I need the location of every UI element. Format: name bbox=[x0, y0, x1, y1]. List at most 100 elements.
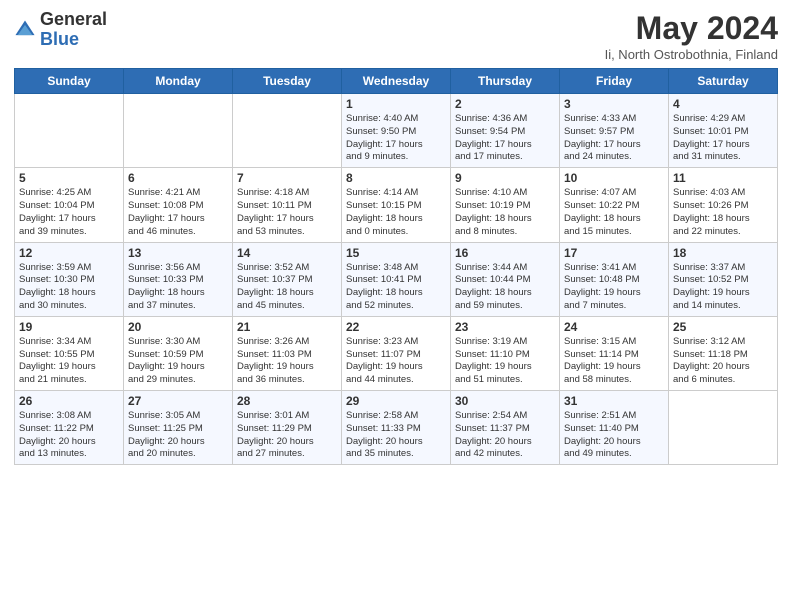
weekday-header-row: SundayMondayTuesdayWednesdayThursdayFrid… bbox=[15, 69, 778, 94]
day-number: 17 bbox=[564, 246, 664, 260]
day-number: 25 bbox=[673, 320, 773, 334]
calendar-cell: 30Sunrise: 2:54 AM Sunset: 11:37 PM Dayl… bbox=[451, 391, 560, 465]
day-info: Sunrise: 3:48 AM Sunset: 10:41 PM Daylig… bbox=[346, 262, 446, 313]
day-info: Sunrise: 3:12 AM Sunset: 11:18 PM Daylig… bbox=[673, 336, 773, 387]
logo-icon bbox=[14, 19, 36, 41]
calendar-week-5: 26 Sunrise: 3:08 AM Sunset: 11:22 PM Dayl… bbox=[15, 391, 778, 465]
calendar-cell: 23 Sunrise: 3:19 AM Sunset: 11:10 PM Dayl… bbox=[451, 316, 560, 390]
day-info: Sunrise: 3:59 AM Sunset: 10:30 PM Daylig… bbox=[19, 262, 119, 313]
day-number: 13 bbox=[128, 246, 228, 260]
day-info: Sunrise: 3:34 AM Sunset: 10:55 PM Daylig… bbox=[19, 336, 119, 387]
month-title: May 2024 bbox=[605, 10, 778, 47]
calendar-week-1: 1 Sunrise: 4:40 AM Sunset: 9:50 PM Daylig… bbox=[15, 94, 778, 168]
day-number: 21 bbox=[237, 320, 337, 334]
logo-blue: Blue bbox=[40, 30, 107, 50]
day-info: Sunrise: 4:36 AM Sunset: 9:54 PM Dayligh… bbox=[455, 113, 555, 164]
day-number: 31 bbox=[564, 394, 664, 408]
weekday-header-saturday: Saturday bbox=[669, 69, 778, 94]
calendar-cell: 13Sunrise: 3:56 AM Sunset: 10:33 PM Dayl… bbox=[124, 242, 233, 316]
calendar-cell: 11Sunrise: 4:03 AM Sunset: 10:26 PM Dayl… bbox=[669, 168, 778, 242]
weekday-header-thursday: Thursday bbox=[451, 69, 560, 94]
day-number: 7 bbox=[237, 171, 337, 185]
day-info: Sunrise: 3:15 AM Sunset: 11:14 PM Daylig… bbox=[564, 336, 664, 387]
calendar-week-3: 12 Sunrise: 3:59 AM Sunset: 10:30 PM Dayl… bbox=[15, 242, 778, 316]
day-number: 26 bbox=[19, 394, 119, 408]
day-number: 19 bbox=[19, 320, 119, 334]
calendar-cell: 5 Sunrise: 4:25 AM Sunset: 10:04 PM Dayli… bbox=[15, 168, 124, 242]
calendar-cell: 27 Sunrise: 3:05 AM Sunset: 11:25 PM Dayl… bbox=[124, 391, 233, 465]
day-number: 29 bbox=[346, 394, 446, 408]
calendar-cell: 8Sunrise: 4:14 AM Sunset: 10:15 PM Dayli… bbox=[342, 168, 451, 242]
day-number: 22 bbox=[346, 320, 446, 334]
day-number: 18 bbox=[673, 246, 773, 260]
day-info: Sunrise: 4:25 AM Sunset: 10:04 PM Daylig… bbox=[19, 187, 119, 238]
day-number: 11 bbox=[673, 171, 773, 185]
day-info: Sunrise: 3:23 AM Sunset: 11:07 PM Daylig… bbox=[346, 336, 446, 387]
day-number: 5 bbox=[19, 171, 119, 185]
day-info: Sunrise: 4:07 AM Sunset: 10:22 PM Daylig… bbox=[564, 187, 664, 238]
calendar-cell bbox=[15, 94, 124, 168]
day-number: 4 bbox=[673, 97, 773, 111]
calendar-cell: 17Sunrise: 3:41 AM Sunset: 10:48 PM Dayl… bbox=[560, 242, 669, 316]
weekday-header-friday: Friday bbox=[560, 69, 669, 94]
day-info: Sunrise: 3:01 AM Sunset: 11:29 PM Daylig… bbox=[237, 410, 337, 461]
calendar-week-4: 19 Sunrise: 3:34 AM Sunset: 10:55 PM Dayl… bbox=[15, 316, 778, 390]
logo-general: General bbox=[40, 10, 107, 30]
day-info: Sunrise: 4:33 AM Sunset: 9:57 PM Dayligh… bbox=[564, 113, 664, 164]
title-section: May 2024 Ii, North Ostrobothnia, Finland bbox=[605, 10, 778, 62]
day-info: Sunrise: 3:37 AM Sunset: 10:52 PM Daylig… bbox=[673, 262, 773, 313]
calendar-cell: 15 Sunrise: 3:48 AM Sunset: 10:41 PM Dayl… bbox=[342, 242, 451, 316]
calendar-cell: 28 Sunrise: 3:01 AM Sunset: 11:29 PM Dayl… bbox=[233, 391, 342, 465]
calendar-cell: 10 Sunrise: 4:07 AM Sunset: 10:22 PM Dayl… bbox=[560, 168, 669, 242]
day-info: Sunrise: 2:51 AM Sunset: 11:40 PM Daylig… bbox=[564, 410, 664, 461]
calendar-cell: 4 Sunrise: 4:29 AM Sunset: 10:01 PM Dayli… bbox=[669, 94, 778, 168]
day-number: 6 bbox=[128, 171, 228, 185]
calendar-cell: 12 Sunrise: 3:59 AM Sunset: 10:30 PM Dayl… bbox=[15, 242, 124, 316]
day-number: 23 bbox=[455, 320, 555, 334]
calendar-cell: 16Sunrise: 3:44 AM Sunset: 10:44 PM Dayl… bbox=[451, 242, 560, 316]
day-number: 10 bbox=[564, 171, 664, 185]
weekday-header-monday: Monday bbox=[124, 69, 233, 94]
day-info: Sunrise: 3:19 AM Sunset: 11:10 PM Daylig… bbox=[455, 336, 555, 387]
day-info: Sunrise: 3:05 AM Sunset: 11:25 PM Daylig… bbox=[128, 410, 228, 461]
day-number: 1 bbox=[346, 97, 446, 111]
day-number: 27 bbox=[128, 394, 228, 408]
calendar-cell: 21 Sunrise: 3:26 AM Sunset: 11:03 PM Dayl… bbox=[233, 316, 342, 390]
calendar-cell bbox=[233, 94, 342, 168]
logo-text: General Blue bbox=[40, 10, 107, 50]
calendar-cell: 20 Sunrise: 3:30 AM Sunset: 10:59 PM Dayl… bbox=[124, 316, 233, 390]
weekday-header-tuesday: Tuesday bbox=[233, 69, 342, 94]
day-info: Sunrise: 3:30 AM Sunset: 10:59 PM Daylig… bbox=[128, 336, 228, 387]
calendar-cell: 31 Sunrise: 2:51 AM Sunset: 11:40 PM Dayl… bbox=[560, 391, 669, 465]
day-number: 3 bbox=[564, 97, 664, 111]
calendar-cell: 29 Sunrise: 2:58 AM Sunset: 11:33 PM Dayl… bbox=[342, 391, 451, 465]
day-info: Sunrise: 3:44 AM Sunset: 10:44 PM Daylig… bbox=[455, 262, 555, 313]
day-info: Sunrise: 3:08 AM Sunset: 11:22 PM Daylig… bbox=[19, 410, 119, 461]
page: General Blue May 2024 Ii, North Ostrobot… bbox=[0, 0, 792, 612]
calendar-cell: 6Sunrise: 4:21 AM Sunset: 10:08 PM Dayli… bbox=[124, 168, 233, 242]
day-number: 24 bbox=[564, 320, 664, 334]
day-number: 20 bbox=[128, 320, 228, 334]
day-number: 14 bbox=[237, 246, 337, 260]
day-info: Sunrise: 4:14 AM Sunset: 10:15 PM Daylig… bbox=[346, 187, 446, 238]
logo: General Blue bbox=[14, 10, 107, 50]
day-info: Sunrise: 4:10 AM Sunset: 10:19 PM Daylig… bbox=[455, 187, 555, 238]
day-number: 15 bbox=[346, 246, 446, 260]
day-number: 2 bbox=[455, 97, 555, 111]
day-info: Sunrise: 4:18 AM Sunset: 10:11 PM Daylig… bbox=[237, 187, 337, 238]
calendar-cell: 9 Sunrise: 4:10 AM Sunset: 10:19 PM Dayli… bbox=[451, 168, 560, 242]
header: General Blue May 2024 Ii, North Ostrobot… bbox=[14, 10, 778, 62]
calendar-cell: 1 Sunrise: 4:40 AM Sunset: 9:50 PM Daylig… bbox=[342, 94, 451, 168]
day-number: 28 bbox=[237, 394, 337, 408]
weekday-header-sunday: Sunday bbox=[15, 69, 124, 94]
day-info: Sunrise: 3:52 AM Sunset: 10:37 PM Daylig… bbox=[237, 262, 337, 313]
day-info: Sunrise: 3:26 AM Sunset: 11:03 PM Daylig… bbox=[237, 336, 337, 387]
day-info: Sunrise: 2:58 AM Sunset: 11:33 PM Daylig… bbox=[346, 410, 446, 461]
day-info: Sunrise: 4:40 AM Sunset: 9:50 PM Dayligh… bbox=[346, 113, 446, 164]
calendar-cell: 19 Sunrise: 3:34 AM Sunset: 10:55 PM Dayl… bbox=[15, 316, 124, 390]
calendar-cell: 7 Sunrise: 4:18 AM Sunset: 10:11 PM Dayli… bbox=[233, 168, 342, 242]
day-number: 9 bbox=[455, 171, 555, 185]
calendar-table: SundayMondayTuesdayWednesdayThursdayFrid… bbox=[14, 68, 778, 465]
day-number: 12 bbox=[19, 246, 119, 260]
day-info: Sunrise: 4:29 AM Sunset: 10:01 PM Daylig… bbox=[673, 113, 773, 164]
